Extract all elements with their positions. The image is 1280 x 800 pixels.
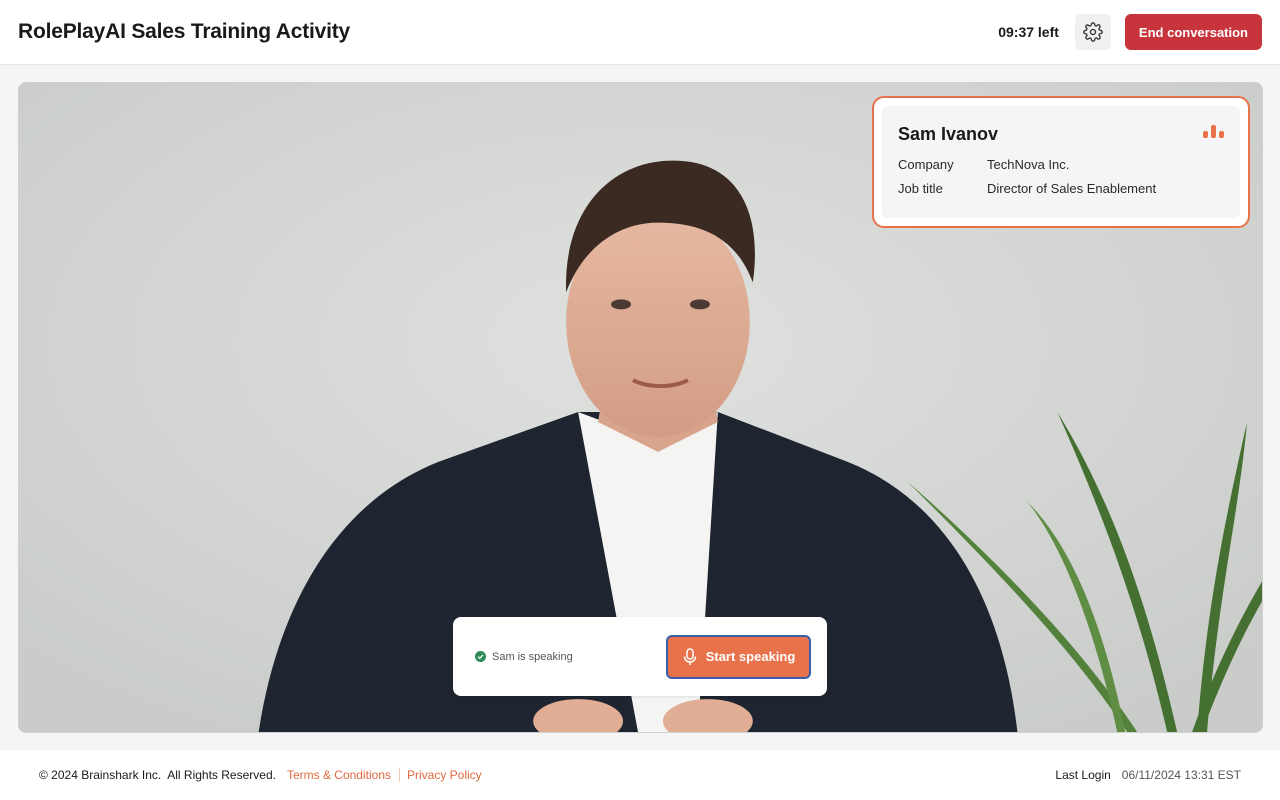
microphone-icon: [683, 647, 696, 665]
gear-icon: [1083, 22, 1103, 42]
company-label: Company: [898, 157, 954, 172]
persona-company-row: Company TechNova Inc.: [898, 157, 1224, 172]
header-actions: 09:37 left End conversation: [998, 14, 1262, 50]
last-login-label: Last Login: [1055, 768, 1111, 782]
audio-level-icon: [1203, 124, 1224, 138]
job-title-label: Job title: [898, 181, 943, 196]
persona-jobtitle-row: Job title Director of Sales Enablement: [898, 181, 1224, 196]
time-remaining: 09:37 left: [998, 24, 1059, 40]
speaking-status: Sam is speaking: [475, 651, 573, 663]
app-header: RolePlayAI Sales Training Activity 09:37…: [0, 0, 1280, 65]
last-login-value: 06/11/2024 13:31 EST: [1121, 768, 1241, 782]
end-conversation-button[interactable]: End conversation: [1124, 14, 1262, 50]
persona-details: Sam Ivanov Company TechNova Inc. Job tit…: [882, 106, 1240, 218]
terms-link[interactable]: Terms & Conditions: [287, 768, 400, 782]
status-text: Sam is speaking: [492, 650, 573, 663]
speech-controls: Sam is speaking Start speaking: [453, 617, 827, 696]
start-speaking-label: Start speaking: [705, 649, 796, 664]
settings-button[interactable]: [1074, 14, 1111, 50]
page-footer: © 2024 Brainshark Inc. All Rights Reserv…: [0, 750, 1280, 800]
copyright-text: © 2024 Brainshark Inc. All Rights Reserv…: [39, 768, 276, 782]
persona-name: Sam Ivanov: [898, 124, 999, 144]
start-speaking-button[interactable]: Start speaking: [666, 634, 811, 679]
last-login: Last Login 06/11/2024 13:31 EST: [1055, 768, 1241, 782]
job-title-value: Director of Sales Enablement: [987, 181, 1157, 196]
page-title: RolePlayAI Sales Training Activity: [18, 20, 351, 43]
persona-card: Sam Ivanov Company TechNova Inc. Job tit…: [872, 96, 1250, 228]
company-value: TechNova Inc.: [987, 157, 1070, 172]
check-circle-icon: [475, 651, 486, 662]
privacy-link[interactable]: Privacy Policy: [407, 768, 482, 782]
